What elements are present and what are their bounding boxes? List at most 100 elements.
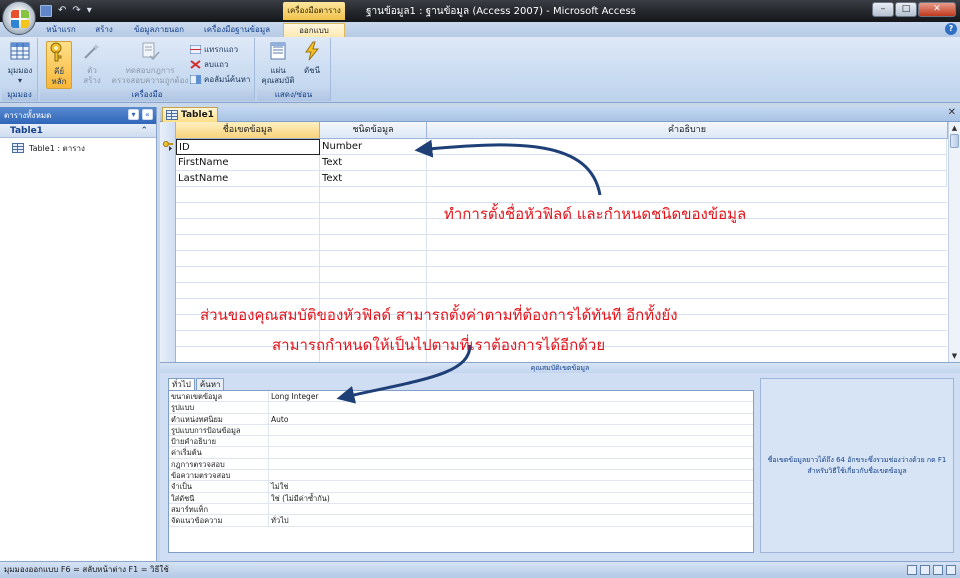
properties-table: ขนาดเขตข้อมูล Long Integer รูปแบบ ตำแหน่ง… xyxy=(168,390,754,553)
property-sheet-button[interactable]: แผ่น คุณสมบัติ xyxy=(261,41,295,86)
indexes-button[interactable]: ดัชนี xyxy=(299,41,325,76)
property-row[interactable]: กฎการตรวจสอบ xyxy=(169,458,753,471)
nav-pane-header[interactable]: ตารางทั้งหมด ▾ « xyxy=(0,107,156,124)
scroll-down-icon[interactable]: ▼ xyxy=(949,350,960,362)
field-name-cell[interactable]: ID xyxy=(176,139,320,155)
field-name-cell[interactable]: FirstName xyxy=(176,155,320,171)
property-row[interactable]: ขนาดเขตข้อมูล Long Integer xyxy=(169,391,753,403)
primary-key-button[interactable]: คีย์ หลัก xyxy=(46,41,72,89)
field-name-cell[interactable]: LastName xyxy=(176,171,320,187)
undo-icon[interactable]: ↶ xyxy=(58,4,66,18)
tab-general[interactable]: ทั่วไป xyxy=(168,378,195,390)
office-logo-icon xyxy=(11,10,29,28)
property-row[interactable]: ป้ายคำอธิบาย xyxy=(169,436,753,448)
scroll-up-icon[interactable]: ▲ xyxy=(949,122,960,134)
column-header-field-name[interactable]: ชื่อเขตข้อมูล xyxy=(176,122,320,139)
maximize-button[interactable]: □ xyxy=(895,2,917,17)
close-document-icon[interactable]: ✕ xyxy=(948,107,956,118)
ribbon-tab-bar: หน้าแรก สร้าง ข้อมูลภายนอก เครื่องมือฐาน… xyxy=(0,22,960,37)
minimize-button[interactable]: – xyxy=(872,2,894,17)
status-text: มุมมองออกแบบ F6 = สลับหน้าต่าง F1 = วิธี… xyxy=(4,565,169,574)
window-controls: – □ ✕ xyxy=(872,2,956,17)
property-sheet-icon xyxy=(270,42,286,60)
key-icon xyxy=(50,42,62,62)
property-row[interactable]: สมาร์ทแท็ก xyxy=(169,503,753,516)
pivot-table-view-icon[interactable] xyxy=(920,565,930,575)
datasheet-view-icon[interactable] xyxy=(907,565,917,575)
builder-button[interactable]: ตัว สร้าง xyxy=(78,41,106,86)
lookup-column-button[interactable]: คอลัมน์ค้นหา xyxy=(190,73,250,86)
delete-rows-button[interactable]: ลบแถว xyxy=(190,58,228,71)
group-collapse-icon[interactable]: ⌃ xyxy=(140,124,148,138)
data-type-cell[interactable]: Number xyxy=(320,139,427,155)
property-hint-panel: ชื่อเขตข้อมูลยาวได้ถึง 64 อักขระซึ่งรวมช… xyxy=(760,378,954,553)
nav-collapse-icon[interactable]: « xyxy=(142,109,153,120)
help-icon[interactable]: ? xyxy=(945,23,957,35)
scroll-thumb[interactable] xyxy=(950,134,959,148)
tab-lookup[interactable]: ค้นหา xyxy=(195,378,225,390)
group-label-views: มุมมอง xyxy=(2,89,37,101)
data-type-cell[interactable]: Text xyxy=(320,155,427,171)
annotation-field-naming: ทำการตั้งชื่อหัวฟิลด์ และกำหนดชนิดของข้อ… xyxy=(444,205,747,223)
context-tab-table-tools: เครื่องมือตาราง xyxy=(283,2,345,20)
nav-group-table1[interactable]: Table1 ⌃ xyxy=(0,124,156,138)
annotation-properties-line2: สามารถกำหนดให้เป็นไปตามที่เราต้องการได้อ… xyxy=(272,336,606,354)
property-row[interactable]: ค่าเริ่มต้น xyxy=(169,447,753,459)
navigation-pane: ตารางทั้งหมด ▾ « Table1 ⌃ Table1 : ตาราง xyxy=(0,107,157,561)
document-tab-bar: Table1 ✕ xyxy=(160,107,960,122)
property-row[interactable]: รูปแบบการป้อนข้อมูล xyxy=(169,424,753,437)
delete-rows-icon xyxy=(190,60,201,69)
test-validation-rules-button[interactable]: ทดสอบกฎการ ตรวจสอบความถูกต้อง xyxy=(110,41,190,86)
property-row[interactable]: ข้อความตรวจสอบ xyxy=(169,470,753,482)
ribbon: มุมมอง ▾ มุมมอง คีย์ หลัก ตัว สร้าง ทดสอ… xyxy=(0,37,960,103)
pivot-chart-view-icon[interactable] xyxy=(933,565,943,575)
nav-item-table1[interactable]: Table1 : ตาราง xyxy=(0,140,156,156)
empty-row[interactable] xyxy=(176,283,947,299)
nav-dropdown-icon[interactable]: ▾ xyxy=(128,109,139,120)
empty-row[interactable] xyxy=(176,251,947,267)
quick-access-toolbar: ↶ ↷ ▾ xyxy=(40,4,92,18)
field-properties-pane: ทั่วไป ค้นหา ขนาดเขตข้อมูล Long Integer ร… xyxy=(160,373,960,561)
insert-rows-button[interactable]: แทรกแถว xyxy=(190,43,238,56)
description-cell[interactable] xyxy=(427,139,947,155)
primary-key-indicator-icon xyxy=(163,141,173,151)
property-row[interactable]: ตำแหน่งทศนิยม Auto xyxy=(169,413,753,425)
empty-row[interactable] xyxy=(176,235,947,251)
column-header-data-type[interactable]: ชนิดข้อมูล xyxy=(320,122,427,139)
builder-wand-icon xyxy=(84,43,100,59)
grid-vertical-scrollbar[interactable]: ▲ ▼ xyxy=(948,122,960,362)
tab-database-tools[interactable]: เครื่องมือฐานข้อมูล xyxy=(200,23,274,37)
ribbon-group-views: มุมมอง ▾ มุมมอง xyxy=(2,38,38,101)
window-title: ฐานข้อมูล1 : ฐานข้อมูล (Access 2007) - M… xyxy=(366,6,636,17)
indexes-lightning-icon xyxy=(305,41,320,61)
row-selector-column[interactable] xyxy=(160,122,176,362)
table-icon xyxy=(166,110,178,120)
tab-create[interactable]: สร้าง xyxy=(92,23,116,37)
tab-external-data[interactable]: ข้อมูลภายนอก xyxy=(130,23,188,37)
table-icon xyxy=(12,143,24,153)
redo-icon[interactable]: ↷ xyxy=(72,4,80,18)
properties-tabs: ทั่วไป ค้นหา xyxy=(168,378,225,390)
tab-design[interactable]: ออกแบบ xyxy=(283,23,345,37)
table-row: FirstName Text xyxy=(176,155,947,171)
design-view-icon[interactable] xyxy=(946,565,956,575)
description-cell[interactable] xyxy=(427,155,947,171)
property-row[interactable]: จัดแนวข้อความ ทั่วไป xyxy=(169,515,753,527)
document-tab-table1[interactable]: Table1 xyxy=(162,107,218,122)
description-cell[interactable] xyxy=(427,171,947,187)
property-row[interactable]: จำเป็น ไม่ใช่ xyxy=(169,481,753,493)
ribbon-group-show-hide: แผ่น คุณสมบัติ ดัชนี แสดง/ซ่อน xyxy=(257,38,331,101)
empty-row[interactable] xyxy=(176,187,947,203)
insert-rows-icon xyxy=(190,45,201,54)
data-type-cell[interactable]: Text xyxy=(320,171,427,187)
empty-row[interactable] xyxy=(176,267,947,283)
property-row[interactable]: ใส่ดัชนี ใช่ (ไม่มีค่าซ้ำกัน) xyxy=(169,492,753,504)
close-button[interactable]: ✕ xyxy=(918,2,956,17)
save-icon[interactable] xyxy=(40,5,52,17)
column-header-description[interactable]: คำอธิบาย xyxy=(427,122,948,139)
office-button[interactable] xyxy=(2,1,36,35)
view-button[interactable]: มุมมอง ▾ xyxy=(6,41,34,86)
property-row[interactable]: รูปแบบ xyxy=(169,402,753,414)
customize-qat-icon[interactable]: ▾ xyxy=(87,4,92,18)
tab-home[interactable]: หน้าแรก xyxy=(44,23,78,37)
